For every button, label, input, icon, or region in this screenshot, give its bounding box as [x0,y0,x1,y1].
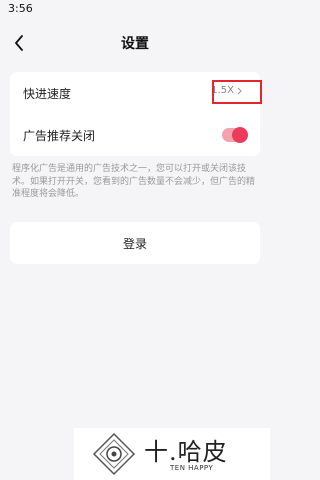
ad-toggle-row: 广告推荐关闭 [10,114,260,156]
watermark-logo-icon [92,432,136,476]
nav-bar: 设置 [0,24,270,62]
status-time: 3:56 [8,2,33,15]
ad-description: 程序化广告是通用的广告技术之一，您可以打开或关闭该技术。如果打开开关，您看到的广… [12,164,256,199]
login-label: 登录 [122,236,147,251]
ad-toggle-label: 广告推荐关闭 [23,129,96,143]
watermark-text-cn: 十.哈皮 [144,438,228,466]
watermark: 十.哈皮 TEN HAPPY [74,428,270,480]
highlight-box [212,80,262,104]
page-title: 设置 [121,36,149,52]
ad-toggle-switch[interactable] [222,127,248,143]
login-button[interactable]: 登录 [10,222,260,264]
status-bar: 3:56 [0,0,270,20]
speed-label: 快进速度 [23,87,72,101]
watermark-text-en: TEN HAPPY [170,464,214,472]
toggle-knob [232,127,248,143]
